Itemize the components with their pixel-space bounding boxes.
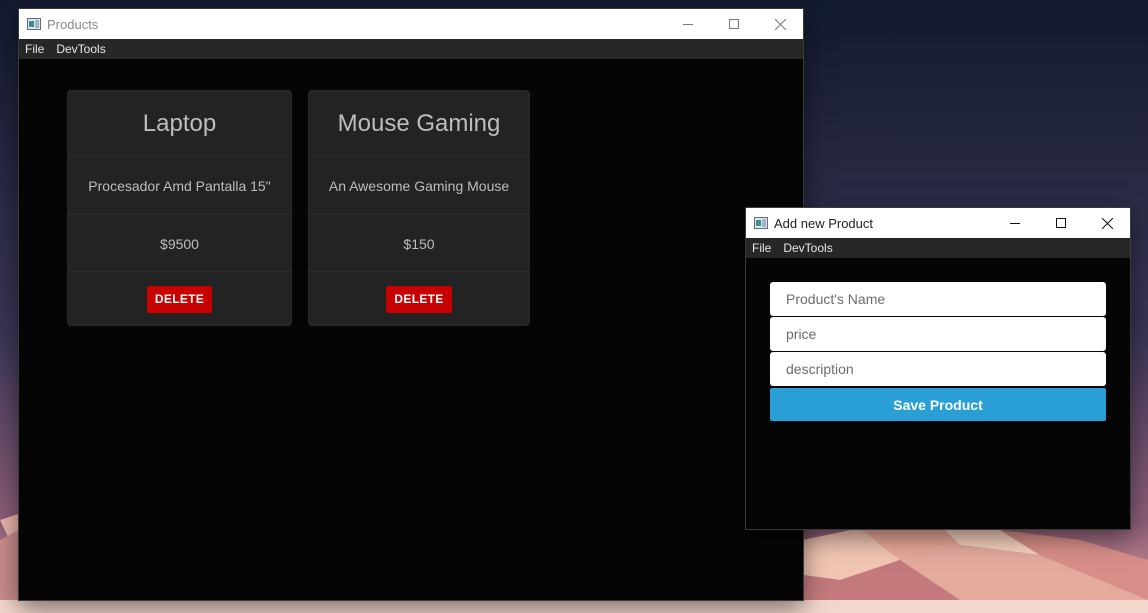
maximize-icon — [729, 19, 739, 29]
product-name-input[interactable] — [770, 282, 1106, 316]
product-price: $150 — [403, 235, 435, 252]
delete-button[interactable]: DELETE — [386, 285, 452, 313]
minimize-button[interactable] — [665, 9, 711, 39]
close-button[interactable] — [757, 9, 803, 39]
card-header: Mouse Gaming — [309, 91, 529, 156]
titlebar[interactable]: Add new Product — [746, 208, 1130, 238]
add-product-form: Save Product — [746, 258, 1130, 529]
minimize-button[interactable] — [992, 208, 1038, 238]
menu-devtools[interactable]: DevTools — [777, 238, 838, 258]
delete-button[interactable]: DELETE — [146, 285, 213, 313]
card-description: An Awesome Gaming Mouse — [309, 156, 529, 215]
products-window: Products File DevTools Laptop Procesador… — [19, 9, 803, 600]
menu-devtools[interactable]: DevTools — [50, 39, 111, 59]
maximize-button[interactable] — [711, 9, 757, 39]
window-title: Products — [47, 16, 99, 32]
card-actions: DELETE — [68, 271, 291, 326]
menubar: File DevTools — [19, 39, 803, 59]
window-controls — [992, 208, 1130, 238]
card-actions: DELETE — [309, 271, 529, 326]
window-controls — [665, 9, 803, 39]
maximize-icon — [1056, 218, 1066, 228]
close-icon — [1101, 217, 1113, 229]
product-card: Mouse Gaming An Awesome Gaming Mouse $15… — [309, 91, 529, 325]
app-icon — [27, 18, 41, 30]
menubar: File DevTools — [746, 238, 1130, 258]
card-description: Procesador Amd Pantalla 15" — [68, 156, 291, 215]
app-icon — [754, 217, 768, 229]
description-input[interactable] — [770, 352, 1106, 386]
close-button[interactable] — [1084, 208, 1130, 238]
minimize-icon — [1010, 223, 1020, 224]
product-name: Laptop — [142, 109, 217, 137]
card-header: Laptop — [68, 91, 291, 156]
maximize-button[interactable] — [1038, 208, 1084, 238]
card-price: $150 — [309, 214, 529, 272]
product-card: Laptop Procesador Amd Pantalla 15" $9500… — [68, 91, 291, 325]
menu-file[interactable]: File — [746, 238, 777, 258]
add-product-window: Add new Product File DevTools Save Produ… — [746, 208, 1130, 529]
save-product-button[interactable]: Save Product — [770, 388, 1106, 421]
close-icon — [774, 18, 786, 30]
minimize-icon — [683, 24, 693, 25]
product-name: Mouse Gaming — [337, 109, 501, 137]
product-description: Procesador Amd Pantalla 15" — [88, 178, 271, 194]
card-price: $9500 — [68, 214, 291, 272]
product-description: An Awesome Gaming Mouse — [328, 178, 510, 194]
window-title: Add new Product — [774, 215, 874, 231]
product-price: $9500 — [160, 235, 199, 252]
menu-file[interactable]: File — [19, 39, 50, 59]
titlebar[interactable]: Products — [19, 9, 803, 39]
price-input[interactable] — [770, 317, 1106, 351]
